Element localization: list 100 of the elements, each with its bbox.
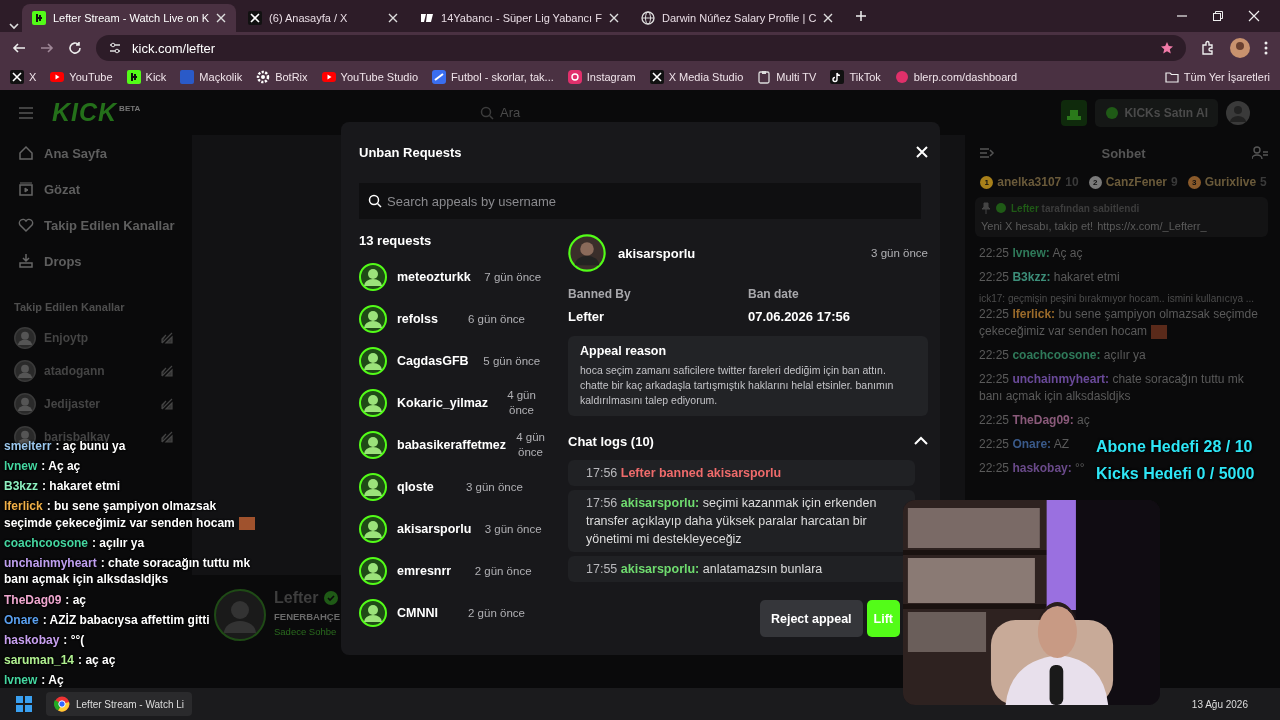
request-time: 7 gün önce xyxy=(483,269,543,285)
bookmark[interactable]: TikTok xyxy=(830,70,881,84)
x-icon xyxy=(248,11,263,25)
users-icon[interactable] xyxy=(1252,146,1268,160)
avatar xyxy=(14,326,36,349)
reply-preview: ick17: geçmişin peşini bırakmıyor hocam.. ismini kullanıcıya ... xyxy=(979,293,1255,304)
puzzle-icon[interactable] xyxy=(1200,40,1216,56)
bookmark[interactable]: YouTube xyxy=(50,70,113,84)
avatar xyxy=(359,473,387,501)
pinned-text: Yeni X hesabı, takip et! xyxy=(981,220,1094,232)
browser-tab[interactable]: Lefter Stream - Watch Live on K xyxy=(22,4,237,32)
chat-message: lvnew : Aç aç xyxy=(4,458,82,475)
search-field[interactable]: Search appeals by username xyxy=(359,183,921,219)
bookmark[interactable]: Futbol - skorlar, tak... xyxy=(432,70,554,84)
close-icon[interactable] xyxy=(216,13,227,23)
avatar xyxy=(568,234,606,272)
reload-icon[interactable] xyxy=(68,41,82,55)
bookmark[interactable]: YouTube Studio xyxy=(321,70,419,84)
bookmark[interactable]: Instagram xyxy=(567,70,636,84)
avatar xyxy=(359,389,387,417)
logo-icon xyxy=(420,11,435,25)
username[interactable]: CagdasGFB xyxy=(397,354,469,368)
field-label: Ban date xyxy=(748,287,800,301)
request-time: 4 gün önce xyxy=(506,388,537,418)
log-entry: 17:56 akisarsporlu: seçimi kazanmak için erkenden transfer açıklayıp daha yüksek paralar harcatan bir yönetimi mi destekleyeceğiz xyxy=(568,490,915,552)
request-time: 6 gün önce xyxy=(467,311,526,327)
username[interactable]: refolss xyxy=(397,312,438,326)
chat-message: lvnew : Aç xyxy=(4,671,65,689)
bookmark[interactable]: blerp.com/dashboard xyxy=(894,70,1018,84)
avatar xyxy=(359,599,387,627)
clipboard-icon xyxy=(757,70,772,84)
logo-icon xyxy=(894,70,909,84)
search-field[interactable]: Ara xyxy=(500,105,760,120)
chat-message: 22:25 unchainmyheart: chate soracağın tuttu mk banı açmak için alksdasldjks xyxy=(979,371,1245,405)
bookmark[interactable]: BotRix xyxy=(256,70,308,84)
chat-message: 22:25 Onare: AZ xyxy=(979,436,1070,453)
chat-message: 22:25 haskobay: °° xyxy=(979,460,1085,477)
star-icon[interactable] xyxy=(1160,41,1174,55)
bookmark[interactable]: Maçkolik xyxy=(180,70,243,84)
username[interactable]: babasikeraffetmez xyxy=(397,438,507,452)
tune-icon xyxy=(108,41,122,55)
request-time: 2 gün önce xyxy=(467,605,526,621)
username[interactable]: meteozturkk xyxy=(397,270,471,284)
username[interactable]: qloste xyxy=(397,480,434,494)
chevron-down-icon[interactable] xyxy=(8,20,20,32)
url-text: kick.com/lefter xyxy=(132,40,216,56)
chat-message: 22:25 TheDag09: aç xyxy=(979,412,1090,429)
chevron-up-icon[interactable] xyxy=(914,436,928,446)
browser-tab[interactable]: 14Yabancı - Süper Lig Yabancı F xyxy=(410,4,629,32)
chat-message: 22:25 coachcoosone: açılır ya xyxy=(979,347,1146,364)
avatar xyxy=(359,347,387,375)
username[interactable]: CMNNI xyxy=(397,606,438,620)
username[interactable]: emresnrr xyxy=(397,564,452,578)
username[interactable]: akisarsporlu xyxy=(397,522,472,536)
avatar xyxy=(359,305,387,333)
close-icon[interactable] xyxy=(388,13,399,23)
bookmark[interactable]: Multi TV xyxy=(757,70,817,84)
chat-message: 22:25 lferlick: bu sene şampiyon olmazsak seçimde çekeceğimiz var senden hocam xyxy=(979,306,1259,340)
collapse-icon[interactable] xyxy=(979,146,995,160)
menu-icon[interactable] xyxy=(1264,40,1268,56)
request-time: 3 gün önce xyxy=(871,247,928,259)
reject-button[interactable]: Reject appeal xyxy=(759,600,863,637)
bookmark[interactable]: Tüm Yer İşaretleri xyxy=(1164,71,1270,83)
chat-message: 22:25 B3kzz: hakaret etmi xyxy=(979,269,1120,286)
request-time: 5 gün önce xyxy=(482,353,542,369)
folder-icon xyxy=(1164,71,1179,83)
windows-icon[interactable] xyxy=(16,696,32,712)
address-bar[interactable]: kick.com/lefter xyxy=(96,35,1186,61)
browser-tab[interactable]: (6) Anasayfa / X xyxy=(238,4,409,32)
close-icon[interactable] xyxy=(823,13,834,23)
restore-icon[interactable] xyxy=(1212,10,1224,22)
close-icon[interactable] xyxy=(1248,10,1260,22)
log-entry: 17:56 Lefter banned akisarsporlu xyxy=(568,460,915,486)
chat-message: 22:25 lvnew: Aç aç xyxy=(979,245,1083,262)
request-time: 2 gün önce xyxy=(473,563,533,579)
heart-icon xyxy=(18,217,34,233)
chat-message: B3kzz : hakaret etmi xyxy=(4,478,122,495)
back-icon[interactable] xyxy=(12,41,26,55)
browser-tab[interactable]: Darwin Núñez Salary Profile | C xyxy=(630,4,844,32)
field-label: Banned By xyxy=(568,287,632,301)
username: akisarsporlu xyxy=(618,245,696,261)
field-value: Lefter xyxy=(568,309,606,324)
chat-message: unchainmyheart : chate soracağın tuttu mk banı açmak için alksdasldjks xyxy=(4,554,252,588)
section-heading: Chat logs (10) xyxy=(568,433,654,449)
leaderboard-user: CanzFener xyxy=(1105,175,1167,189)
bookmark[interactable]: X Media Studio xyxy=(649,70,744,84)
rank-badge: 3 xyxy=(1187,175,1201,189)
taskbar-window[interactable]: Lefter Stream - Watch Li xyxy=(46,692,192,716)
close-icon[interactable] xyxy=(608,13,619,23)
avatar[interactable] xyxy=(1230,38,1250,58)
plus-icon[interactable] xyxy=(855,10,868,22)
appeal-text: hoca seçim zamanı saficilere twitter fareleri dediğim için ban attın. chatte bir kaç arkadaşla tartışmıştık haklarını helal etsinler. banımın kaldırılmasını talep ediyorum. xyxy=(580,363,895,408)
forward-icon[interactable] xyxy=(40,41,54,55)
username[interactable]: Kokaric_yilmaz xyxy=(397,396,489,410)
logo-icon xyxy=(432,70,447,84)
bookmark[interactable]: X xyxy=(10,70,37,84)
logo-icon xyxy=(126,70,141,84)
bookmark[interactable]: Kick xyxy=(126,70,167,84)
chat-message: TheDag09 : aç xyxy=(4,591,88,609)
play-icon xyxy=(321,70,336,84)
